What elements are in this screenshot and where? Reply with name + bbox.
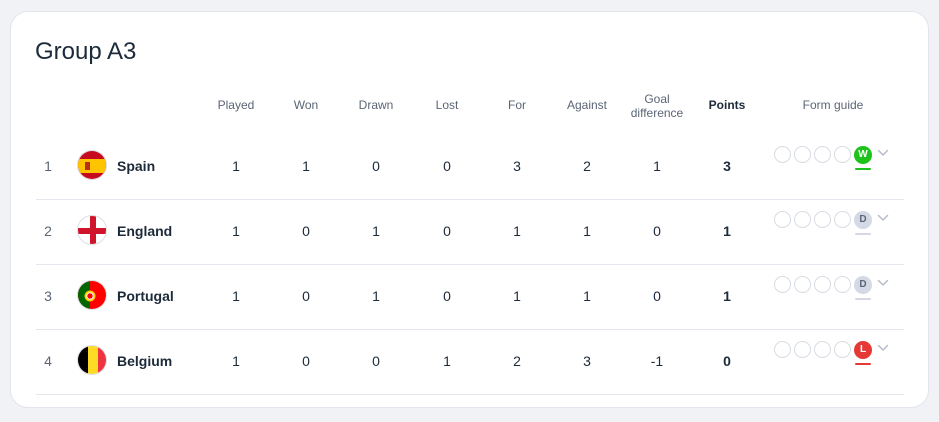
chevron-down-icon[interactable] [876, 341, 890, 355]
position: 3 [44, 288, 52, 304]
form-empty-slot [774, 146, 791, 163]
form-empty-slot [794, 276, 811, 293]
points-value: 1 [723, 288, 731, 304]
spain-flag-icon [77, 150, 107, 180]
form-empty-slot [814, 146, 831, 163]
for-value: 3 [513, 158, 521, 174]
drawn-value: 1 [372, 288, 380, 304]
lost-value: 0 [443, 158, 451, 174]
position: 4 [44, 353, 52, 369]
against-value: 1 [583, 288, 591, 304]
played-value: 1 [232, 158, 240, 174]
form-empty-slot [774, 341, 791, 358]
header-goal-difference: Goal difference [617, 92, 697, 120]
form-empty-slot [834, 276, 851, 293]
lost-value: 1 [443, 353, 451, 369]
form-result-badge: D [854, 276, 872, 294]
for-value: 1 [513, 288, 521, 304]
form-empty-slot [794, 146, 811, 163]
header-points: Points [708, 98, 746, 112]
england-flag-icon [77, 215, 107, 245]
standings-row-belgium[interactable]: 4 Belgium 1 0 0 1 2 3 -1 0 L [36, 329, 904, 395]
goal-difference-value: 0 [653, 288, 661, 304]
played-value: 1 [232, 223, 240, 239]
won-value: 0 [302, 288, 310, 304]
chevron-down-icon[interactable] [876, 211, 890, 225]
goal-difference-value: -1 [650, 353, 664, 369]
form-result-underline [855, 363, 871, 365]
chevron-down-icon[interactable] [876, 146, 890, 160]
standings-row-spain[interactable]: 1 Spain 1 1 0 0 3 2 1 3 W [36, 134, 904, 200]
position: 2 [44, 223, 52, 239]
drawn-value: 1 [372, 223, 380, 239]
goal-difference-value: 1 [653, 158, 661, 174]
won-value: 1 [302, 158, 310, 174]
won-value: 0 [302, 353, 310, 369]
against-value: 1 [583, 223, 591, 239]
team-name[interactable]: Portugal [117, 264, 174, 328]
form-empty-slot [834, 146, 851, 163]
drawn-value: 0 [372, 353, 380, 369]
form-result-underline [855, 168, 871, 170]
form-empty-slot [814, 341, 831, 358]
header-played: Played [217, 98, 255, 112]
header-goal-difference-line2: difference [630, 106, 684, 120]
header-drawn: Drawn [358, 98, 394, 112]
points-value: 1 [723, 223, 731, 239]
points-value: 0 [723, 353, 731, 369]
form-empty-slot [794, 341, 811, 358]
header-form-guide: Form guide [802, 98, 864, 112]
drawn-value: 0 [372, 158, 380, 174]
form-empty-slot [834, 211, 851, 228]
header-against: Against [566, 98, 608, 112]
team-name[interactable]: Belgium [117, 329, 172, 393]
form-empty-slot [814, 211, 831, 228]
played-value: 1 [232, 288, 240, 304]
header-for: For [508, 98, 526, 112]
won-value: 0 [302, 223, 310, 239]
points-value: 3 [723, 158, 731, 174]
position: 1 [44, 158, 52, 174]
form-result-underline [855, 233, 871, 235]
form-result-underline [855, 298, 871, 300]
belgium-flag-icon [77, 345, 107, 375]
for-value: 1 [513, 223, 521, 239]
portugal-flag-icon [77, 280, 107, 310]
form-empty-slot [814, 276, 831, 293]
header-goal-difference-line1: Goal [644, 92, 670, 106]
form-result-badge: D [854, 211, 872, 229]
form-result-badge: L [854, 341, 872, 359]
form-result-badge: W [854, 146, 872, 164]
team-name[interactable]: England [117, 199, 172, 263]
team-name[interactable]: Spain [117, 134, 155, 198]
played-value: 1 [232, 353, 240, 369]
lost-value: 0 [443, 288, 451, 304]
against-value: 3 [583, 353, 591, 369]
form-empty-slot [774, 276, 791, 293]
chevron-down-icon[interactable] [876, 276, 890, 290]
group-standings-card: Group A3 Played Won Drawn Lost For Again… [10, 11, 929, 408]
standings-row-england[interactable]: 2 England 1 0 1 0 1 1 0 1 D [36, 199, 904, 265]
form-empty-slot [794, 211, 811, 228]
lost-value: 0 [443, 223, 451, 239]
for-value: 2 [513, 353, 521, 369]
standings-row-portugal[interactable]: 3 Portugal 1 0 1 0 1 1 0 1 D [36, 264, 904, 330]
against-value: 2 [583, 158, 591, 174]
header-won: Won [293, 98, 319, 112]
form-empty-slot [774, 211, 791, 228]
group-title: Group A3 [35, 38, 137, 65]
form-empty-slot [834, 341, 851, 358]
goal-difference-value: 0 [653, 223, 661, 239]
header-lost: Lost [435, 98, 459, 112]
